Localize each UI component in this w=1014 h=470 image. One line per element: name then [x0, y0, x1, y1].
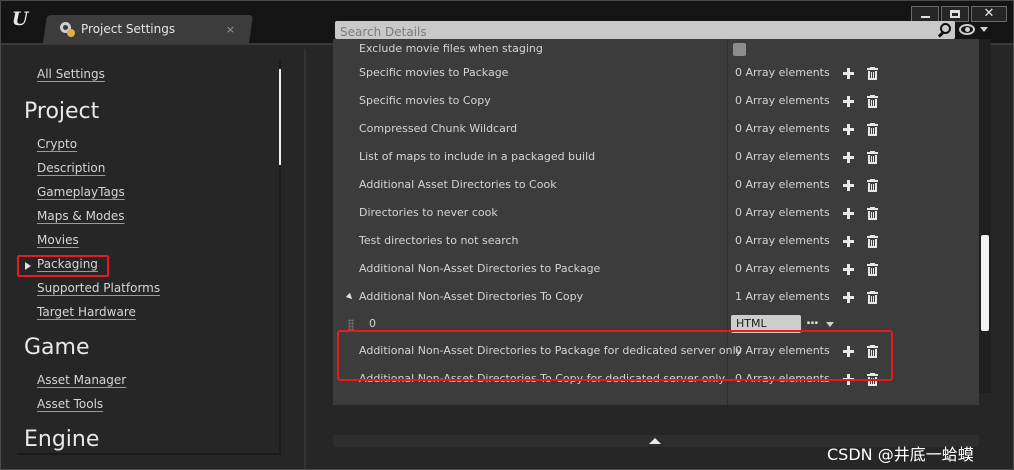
property-name: Specific movies to Package: [359, 66, 509, 79]
add-element-plus-icon[interactable]: [843, 152, 854, 163]
sidebar-scrollbar[interactable]: [279, 59, 281, 455]
close-button[interactable]: ✕: [971, 6, 1007, 22]
collapse-arrow-icon[interactable]: [345, 292, 355, 302]
eye-icon[interactable]: [959, 24, 975, 35]
property-name: Specific movies to Copy: [359, 94, 491, 107]
add-element-plus-icon[interactable]: [843, 264, 854, 275]
array-count: 0 Array elements: [735, 94, 830, 107]
clear-array-trash-icon[interactable]: [867, 67, 878, 80]
search-icon[interactable]: [937, 22, 953, 38]
add-element-plus-icon[interactable]: [843, 236, 854, 247]
panel-splitter[interactable]: [304, 49, 306, 469]
clear-array-trash-icon[interactable]: [867, 207, 878, 220]
sidebar-item-asset-manager[interactable]: Asset Manager: [37, 373, 126, 387]
property-row: Specific movies to Copy 0 Array elements: [333, 87, 979, 115]
property-name: Additional Asset Directories to Cook: [359, 178, 557, 191]
window-controls: ✕: [911, 6, 1007, 22]
sidebar-item-movies[interactable]: Movies: [37, 233, 79, 247]
array-count: 0 Array elements: [735, 66, 830, 79]
clear-array-trash-icon[interactable]: [867, 263, 878, 276]
unreal-logo-icon: U: [11, 8, 29, 30]
exclude-movies-checkbox[interactable]: [733, 43, 746, 56]
add-element-plus-icon[interactable]: [843, 208, 854, 219]
property-row-expanded[interactable]: Additional Non-Asset Directories To Copy…: [333, 283, 979, 311]
sidebar-item-gameplaytags[interactable]: GameplayTags: [37, 185, 125, 199]
property-row: Directories to never cook 0 Array elemen…: [333, 199, 979, 227]
add-element-plus-icon[interactable]: [843, 124, 854, 135]
array-count: 0 Array elements: [735, 206, 830, 219]
packaging-highlight-box: [17, 255, 109, 277]
search-details-box[interactable]: [335, 21, 955, 41]
sidebar-bottom-bar: [17, 453, 279, 455]
settings-gear-icon: [59, 21, 75, 37]
minimize-icon: [920, 15, 930, 18]
property-row: List of maps to include in a packaged bu…: [333, 143, 979, 171]
tab-title: Project Settings: [81, 22, 176, 36]
property-name: Additional Non-Asset Directories to Pack…: [359, 262, 601, 275]
clear-array-trash-icon[interactable]: [867, 235, 878, 248]
settings-sidebar: All Settings Project Crypto Description …: [9, 49, 281, 455]
clear-array-trash-icon[interactable]: [867, 291, 878, 304]
add-element-plus-icon[interactable]: [843, 96, 854, 107]
sidebar-heading-game: Game: [24, 335, 90, 360]
sidebar-scroll-thumb[interactable]: [279, 69, 281, 165]
add-element-plus-icon[interactable]: [843, 292, 854, 303]
view-options-chevron-down-icon[interactable]: [980, 27, 988, 32]
sidebar-item-supported-platforms[interactable]: Supported Platforms: [37, 281, 160, 295]
sidebar-item-crypto[interactable]: Crypto: [37, 137, 77, 151]
array-count: 1 Array elements: [735, 290, 830, 303]
property-name: Additional Non-Asset Directories To Copy: [359, 290, 584, 303]
sidebar-item-description[interactable]: Description: [37, 161, 105, 175]
close-icon: ✕: [983, 6, 995, 21]
sidebar-all-settings[interactable]: All Settings: [37, 67, 105, 81]
array-count: 0 Array elements: [735, 178, 830, 191]
add-element-plus-icon[interactable]: [843, 68, 854, 79]
element-options-chevron-down-icon[interactable]: [826, 322, 834, 327]
property-row: Additional Non-Asset Directories to Pack…: [333, 255, 979, 283]
array-count: 0 Array elements: [735, 262, 830, 275]
sidebar-item-target-hardware[interactable]: Target Hardware: [37, 305, 136, 319]
maximize-icon: [950, 10, 960, 18]
array-count: 0 Array elements: [735, 150, 830, 163]
minimize-button[interactable]: [911, 6, 939, 22]
scroll-up-arrow-icon[interactable]: [649, 438, 661, 444]
add-element-plus-icon[interactable]: [843, 180, 854, 191]
property-row: Specific movies to Package 0 Array eleme…: [333, 59, 979, 87]
tab-close-icon[interactable]: ×: [226, 23, 235, 36]
clear-array-trash-icon[interactable]: [867, 179, 878, 192]
maximize-button[interactable]: [941, 6, 969, 22]
array-count: 0 Array elements: [735, 122, 830, 135]
watermark-text: CSDN @井底一蛤蟆: [827, 445, 974, 464]
details-scroll-thumb[interactable]: [981, 235, 989, 331]
sidebar-heading-project: Project: [24, 99, 100, 124]
clear-array-trash-icon[interactable]: [867, 95, 878, 108]
browse-ellipsis-button[interactable]: ...: [806, 313, 819, 328]
tab-project-settings[interactable]: Project Settings ×: [53, 17, 243, 41]
clear-array-trash-icon[interactable]: [867, 123, 878, 136]
sidebar-heading-engine: Engine: [24, 427, 100, 452]
property-name: Directories to never cook: [359, 206, 498, 219]
clear-array-trash-icon[interactable]: [867, 151, 878, 164]
property-row: Compressed Chunk Wildcard 0 Array elemen…: [333, 115, 979, 143]
property-name: Test directories to not search: [359, 234, 519, 247]
sidebar-item-maps-modes[interactable]: Maps & Modes: [37, 209, 125, 223]
array-count: 0 Array elements: [735, 234, 830, 247]
property-row: Test directories to not search 0 Array e…: [333, 227, 979, 255]
property-name: Compressed Chunk Wildcard: [359, 122, 518, 135]
project-settings-window: U Project Settings × ✕ All Settings Proj…: [0, 0, 1014, 470]
details-scrollbar[interactable]: [979, 39, 991, 393]
property-name: List of maps to include in a packaged bu…: [359, 150, 596, 163]
copy-directories-highlight-box: [337, 330, 893, 381]
sidebar-item-asset-tools[interactable]: Asset Tools: [37, 397, 103, 411]
property-row: Additional Asset Directories to Cook 0 A…: [333, 171, 979, 199]
